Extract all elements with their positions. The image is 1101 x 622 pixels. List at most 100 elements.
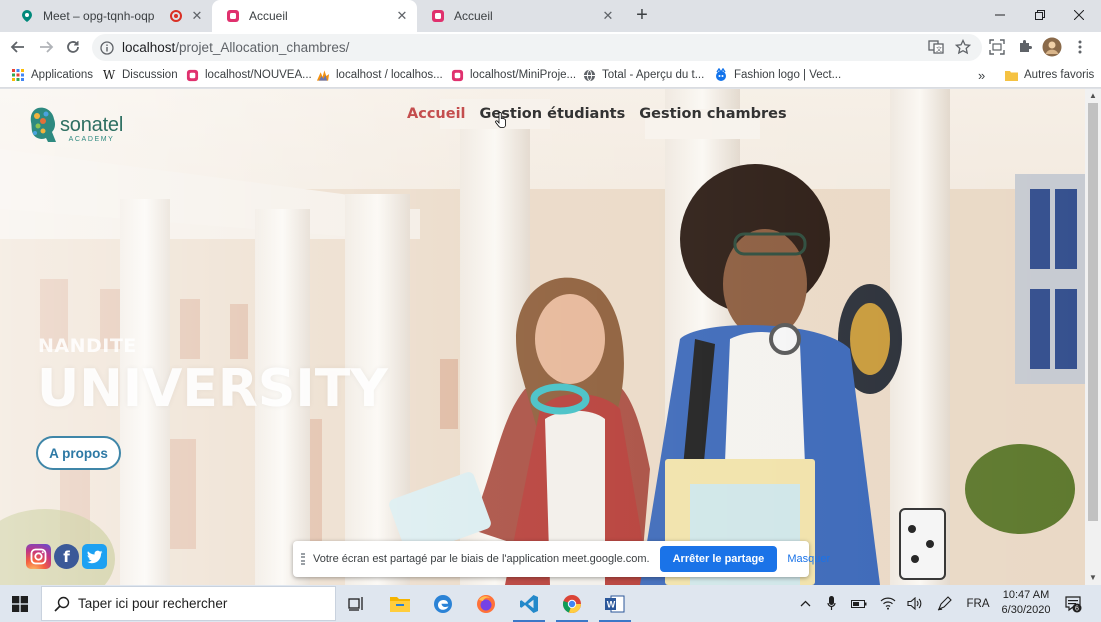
wikipedia-icon: W (102, 68, 116, 82)
minimize-icon[interactable] (982, 0, 1018, 30)
close-tab-icon[interactable]: ✕ (601, 9, 615, 23)
windows-start-button[interactable] (0, 585, 40, 622)
info-icon (100, 40, 114, 55)
wifi-icon[interactable] (878, 585, 898, 622)
word-button[interactable]: W (595, 588, 635, 622)
hide-share-bar-button[interactable]: Masquer (787, 553, 830, 565)
nav-gestion-chambres[interactable]: Gestion chambres (639, 106, 786, 122)
social-links: f (26, 544, 107, 569)
microphone-icon[interactable] (822, 585, 840, 622)
reload-icon (67, 41, 79, 53)
freepik-icon (714, 68, 728, 82)
svg-text:W: W (607, 599, 616, 609)
tab-meet[interactable]: Meet – opg-tqnh-oqp ✕ (6, 0, 212, 32)
share-message: Votre écran est partagé par le biais de … (313, 553, 650, 565)
about-button[interactable]: A propos (36, 436, 121, 470)
url-host: localhost (122, 40, 176, 55)
bookmarks-overflow-button[interactable]: » (978, 66, 985, 84)
sonatel-academy-logo[interactable]: sonatel ACADEMY (28, 106, 123, 144)
action-center-button[interactable]: 6 (1062, 585, 1084, 622)
bookmark-label: Autres favoris (1024, 69, 1095, 81)
bookmark-label: Discussion (122, 69, 178, 81)
close-tab-icon[interactable]: ✕ (190, 9, 204, 23)
google-meet-icon (22, 10, 32, 22)
pen-workspace-icon[interactable] (934, 585, 954, 622)
bookmark-label: Total - Aperçu du t... (602, 69, 705, 81)
forward-button[interactable] (35, 36, 57, 58)
bookmark-star-icon[interactable] (953, 37, 973, 57)
instagram-icon[interactable] (26, 544, 51, 569)
drag-handle-icon[interactable] (301, 553, 305, 565)
bookmark-total[interactable]: Total - Aperçu du t... (582, 66, 704, 84)
bookmark-other-favorites[interactable]: Autres favoris (1004, 66, 1094, 84)
bookmark-phpmyadmin[interactable]: localhost / localhos... (316, 66, 443, 84)
screen-capture-icon[interactable] (987, 37, 1007, 57)
bookmark-applications[interactable]: Applications (11, 66, 93, 84)
chevron-up-icon (800, 600, 810, 607)
tab-accueil-active[interactable]: Accueil ✕ (212, 0, 417, 32)
new-tab-icon[interactable]: + (632, 5, 652, 26)
url-text: localhost/projet_Allocation_chambres/ (122, 40, 349, 55)
edge-button[interactable] (423, 588, 463, 619)
hero-background-image (0, 89, 1085, 585)
site-favicon-icon (185, 68, 199, 82)
close-tab-icon[interactable]: ✕ (395, 9, 409, 23)
arrow-left-icon (10, 41, 24, 53)
bookmark-fashion-logo[interactable]: Fashion logo | Vect... (714, 66, 841, 84)
task-view-button[interactable] (336, 588, 376, 619)
brand-subtitle: ACADEMY (68, 136, 115, 143)
twitter-icon[interactable] (82, 544, 107, 569)
tab-accueil[interactable]: Accueil ✕ (417, 0, 623, 32)
nav-accueil[interactable]: Accueil (407, 106, 466, 122)
chrome-icon (562, 594, 581, 613)
tab-title: Meet – opg-tqnh-oqp (43, 9, 155, 23)
bookmark-miniprojet[interactable]: localhost/MiniProje... (450, 66, 576, 84)
recording-icon (170, 10, 182, 22)
browser-tab-strip: Meet – opg-tqnh-oqp ✕ Accueil ✕ Accueil … (0, 0, 1101, 32)
windows-logo-icon (12, 595, 28, 612)
bookmark-discussion[interactable]: W Discussion (102, 66, 178, 84)
system-clock[interactable]: 10:47 AM 6/30/2020 (994, 588, 1058, 618)
vscode-button[interactable] (509, 588, 549, 622)
url-path: /projet_Allocation_chambres/ (175, 40, 350, 55)
language-indicator[interactable]: FRA (963, 585, 993, 622)
restore-icon[interactable] (1022, 0, 1058, 30)
file-explorer-button[interactable] (380, 588, 420, 619)
vscode-icon (520, 594, 538, 613)
bookmark-localhost-nouvea[interactable]: localhost/NOUVEA... (185, 66, 312, 84)
bookmark-label: localhost/MiniProje... (470, 69, 577, 81)
edge-icon (434, 594, 452, 613)
translate-icon[interactable]: 文 (926, 37, 946, 57)
task-view-icon (348, 596, 363, 611)
tab-title: Accueil (454, 9, 493, 23)
brand-name: sonatel (60, 114, 124, 136)
scroll-down-icon[interactable]: ▼ (1088, 573, 1098, 583)
brand-text: sonatel ACADEMY (60, 115, 123, 144)
site-navigation: Accueil Gestion étudiants Gestion chambr… (407, 106, 787, 122)
folder-icon (1004, 68, 1018, 82)
battery-icon[interactable] (849, 585, 869, 622)
reload-button[interactable] (62, 36, 84, 58)
extensions-puzzle-icon[interactable] (1015, 37, 1035, 57)
chrome-button[interactable] (552, 588, 592, 622)
show-hidden-icons-button[interactable] (796, 585, 814, 622)
taskbar-search-box[interactable]: Taper ici pour rechercher (41, 586, 336, 621)
stop-sharing-button[interactable]: Arrêter le partage (659, 546, 778, 572)
address-bar[interactable]: localhost/projet_Allocation_chambres/ (92, 34, 982, 61)
page-scrollbar[interactable]: ▲ ▼ (1085, 89, 1101, 585)
hand-cursor-icon (495, 112, 506, 128)
search-icon (54, 596, 70, 612)
scrollbar-thumb[interactable] (1088, 103, 1098, 521)
back-button[interactable] (7, 36, 29, 58)
facebook-icon[interactable]: f (54, 544, 79, 569)
hero-kicker: NANDITE (38, 335, 137, 357)
scroll-up-icon[interactable]: ▲ (1088, 91, 1098, 101)
firefox-button[interactable] (466, 588, 506, 619)
close-window-icon[interactable] (1061, 0, 1097, 30)
firefox-icon (477, 594, 495, 613)
volume-icon[interactable] (905, 585, 925, 622)
profile-avatar[interactable] (1042, 37, 1062, 57)
windows-taskbar: Taper ici pour rechercher W FRA 10:47 AM… (0, 585, 1101, 622)
page-viewport: sonatel ACADEMY Accueil Gestion étudiant… (0, 89, 1085, 585)
kebab-menu-icon[interactable] (1070, 37, 1090, 57)
